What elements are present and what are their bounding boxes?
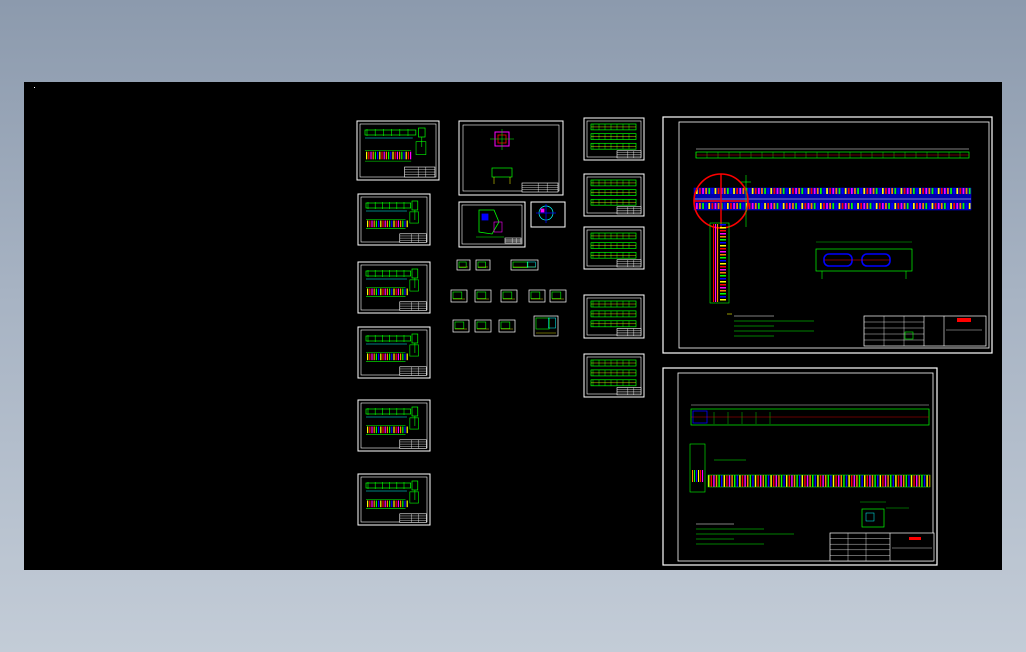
main-title-block-2 (829, 532, 935, 562)
sheet-c-5 (583, 353, 645, 398)
red-stamp (957, 318, 971, 322)
sheet-b-plan-detail (530, 201, 566, 228)
sheet-c-1 (583, 117, 645, 161)
cad-model-space[interactable] (24, 82, 1002, 570)
sheet-c-2 (583, 173, 645, 217)
sheet-a-5 (357, 399, 431, 452)
detail-box-5 (474, 289, 492, 303)
detail-box-8 (549, 289, 567, 303)
main-title-block-1 (863, 315, 987, 347)
main-sheet-2 (662, 367, 938, 566)
sheet-a-6 (357, 473, 431, 526)
detail-box-3 (510, 259, 539, 271)
sheet-c-3 (583, 226, 645, 270)
anchor-mark (481, 213, 489, 221)
detail-box-6 (500, 289, 518, 303)
main-sheet-1 (662, 116, 993, 354)
sheet-a-3 (357, 261, 431, 314)
sheet-a-4 (357, 326, 431, 379)
sheet-b-footing-detail (458, 201, 526, 248)
plan-mark (540, 208, 545, 213)
red-stamp (909, 537, 921, 540)
detail-box-7 (528, 289, 546, 303)
detail-box-2 (475, 259, 491, 271)
sheet-a-1 (356, 120, 440, 181)
sheet-c-4 (583, 294, 645, 339)
sheet-b-section-detail (458, 120, 564, 196)
drawing-layer (356, 116, 993, 566)
detail-box-4 (450, 289, 468, 303)
detail-frame (510, 259, 539, 271)
sheet-frame (530, 201, 566, 228)
detail-box-12 (533, 315, 559, 337)
detail-box-1 (456, 259, 471, 271)
detail-box-9 (452, 319, 470, 333)
detail-box-11 (498, 319, 516, 333)
sheet-a-2 (357, 193, 431, 246)
detail-box-10 (474, 319, 492, 333)
